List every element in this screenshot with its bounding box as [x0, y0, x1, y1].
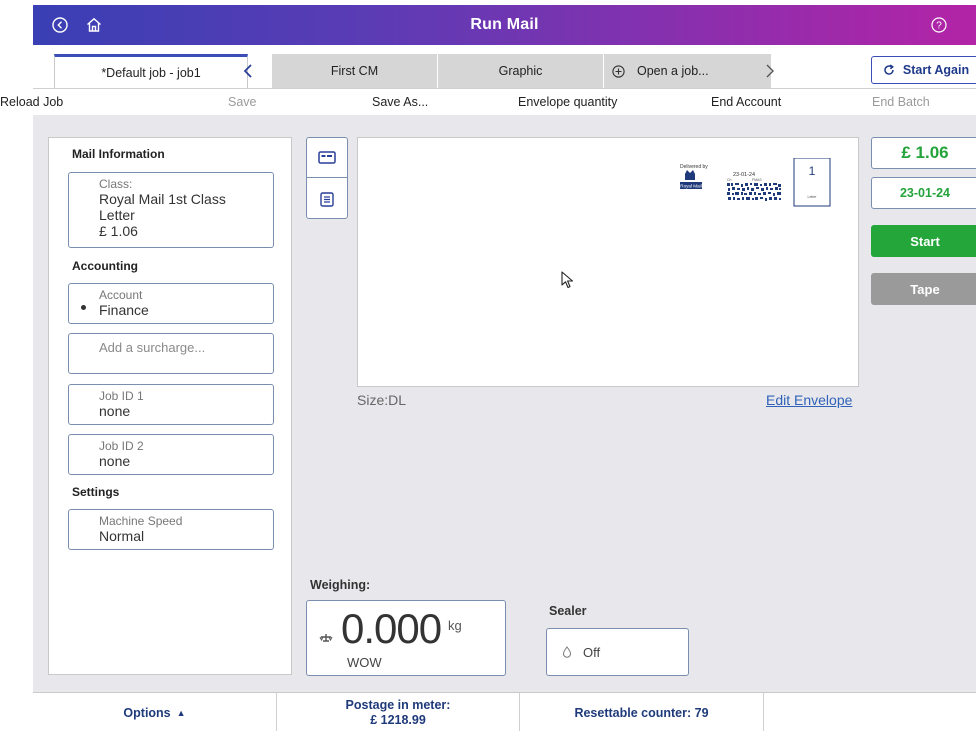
- sealer-state: Off: [583, 644, 601, 660]
- postage-price-button[interactable]: £ 1.06: [871, 137, 976, 169]
- indicia-class-type: Letter: [808, 195, 818, 199]
- resettable-counter-label: Resettable counter: 79: [574, 705, 709, 720]
- weighing-mode: WOW: [347, 655, 382, 670]
- postage-in-meter-value: £ 1218.99: [370, 712, 426, 727]
- mail-class-type: Letter: [99, 207, 135, 223]
- envelope-card-icon: [318, 151, 336, 164]
- weighing-display[interactable]: 0.000 kg WOW: [306, 600, 506, 676]
- chevron-right-icon: [766, 64, 774, 78]
- sealer-toggle[interactable]: Off: [546, 628, 689, 676]
- help-circle-icon[interactable]: ?: [930, 16, 948, 34]
- tab-first-cm[interactable]: First CM: [271, 54, 437, 88]
- refresh-icon: [883, 64, 895, 76]
- postage-in-meter: Postage in meter: £ 1218.99: [277, 693, 520, 731]
- tab-scroll-left-button[interactable]: [233, 54, 263, 88]
- envelope-view-toggle: [306, 137, 348, 219]
- water-drop-icon: [562, 646, 572, 658]
- caret-up-icon: ▲: [176, 707, 186, 718]
- mail-class-field[interactable]: Class: Royal Mail 1st Class Letter £ 1.0…: [68, 172, 274, 248]
- crown-icon: [685, 170, 695, 180]
- indicia-brand: Royal Mail: [680, 184, 701, 189]
- weighing-heading: Weighing:: [310, 578, 371, 592]
- tab-default-job-label: *Default job - job1: [101, 65, 201, 80]
- options-menu-button[interactable]: Options ▲: [33, 693, 277, 731]
- job-id-1-value: none: [99, 403, 131, 419]
- tab-graphic[interactable]: Graphic: [437, 54, 603, 88]
- job-id-1-label: Job ID 1: [99, 389, 144, 403]
- envelope-list-view-button[interactable]: [307, 179, 347, 219]
- indicia-code-left: Ch: [727, 178, 732, 182]
- resettable-counter: Resettable counter: 79: [520, 693, 764, 731]
- postage-in-meter-label: Postage in meter:: [345, 697, 451, 712]
- weight-unit: kg: [448, 618, 462, 633]
- account-label: Account: [99, 288, 143, 302]
- envelope-preview: Delivered by Royal Mail 23-01-24 Ch FMAS: [357, 137, 859, 387]
- mail-class-price: £ 1.06: [99, 223, 138, 239]
- surcharge-placeholder: Add a surcharge...: [99, 340, 206, 355]
- status-footer: Options ▲ Postage in meter: £ 1218.99 Re…: [33, 692, 976, 731]
- mail-settings-panel: Mail Information Class: Royal Mail 1st C…: [48, 137, 292, 675]
- tab-open-job-label: Open a job...: [637, 64, 709, 78]
- end-account-button[interactable]: End Account: [711, 95, 781, 109]
- save-button[interactable]: Save: [228, 95, 257, 109]
- weight-value: 0.000: [341, 605, 442, 652]
- royal-mail-franking-indicia: Delivered by Royal Mail 23-01-24 Ch FMAS: [680, 158, 831, 207]
- home-icon[interactable]: [85, 16, 103, 34]
- machine-speed-label: Machine Speed: [99, 514, 183, 528]
- main-content: Mail Information Class: Royal Mail 1st C…: [33, 115, 976, 692]
- surcharge-field[interactable]: Add a surcharge...: [68, 333, 274, 374]
- chevron-left-icon: [243, 64, 252, 78]
- indicia-code-right: FMAS: [752, 178, 762, 182]
- document-list-icon: [320, 191, 334, 207]
- job-id-1-field[interactable]: Job ID 1 none: [68, 384, 274, 425]
- job-id-2-label: Job ID 2: [99, 439, 144, 453]
- end-batch-button[interactable]: End Batch: [872, 95, 930, 109]
- envelope-front-view-button[interactable]: [307, 138, 347, 178]
- job-id-2-value: none: [99, 453, 131, 469]
- account-field[interactable]: Account Finance: [68, 283, 274, 324]
- tab-default-job[interactable]: *Default job - job1: [54, 54, 248, 88]
- start-again-button[interactable]: Start Again: [871, 56, 976, 84]
- accounting-heading: Accounting: [72, 259, 138, 273]
- options-label: Options: [123, 705, 171, 720]
- page-title: Run Mail: [470, 16, 539, 33]
- tape-button[interactable]: Tape: [871, 273, 976, 305]
- job-id-2-field[interactable]: Job ID 2 none: [68, 434, 274, 475]
- svg-text:?: ?: [936, 21, 942, 32]
- print-date-button[interactable]: 23-01-24: [871, 177, 976, 209]
- indicia-delivered-by: Delivered by: [680, 164, 708, 170]
- envelope-quantity-button[interactable]: Envelope quantity: [518, 95, 617, 109]
- account-value: Finance: [99, 302, 149, 318]
- job-tab-strip: *Default job - job1 First CM Graphic Ope…: [33, 45, 976, 89]
- tab-open-job[interactable]: Open a job...: [603, 54, 771, 88]
- title-bar: Run Mail ?: [33, 5, 976, 45]
- machine-speed-value: Normal: [99, 528, 145, 544]
- tab-graphic-label: Graphic: [498, 64, 543, 78]
- start-again-label: Start Again: [902, 63, 970, 77]
- account-bullet-icon: [81, 305, 86, 310]
- mouse-pointer-icon: [561, 271, 574, 289]
- envelope-size-label: Size:DL: [357, 392, 407, 408]
- tab-first-cm-label: First CM: [330, 64, 379, 78]
- scale-icon: [319, 630, 333, 648]
- edit-envelope-link[interactable]: Edit Envelope: [766, 392, 852, 408]
- settings-heading: Settings: [72, 485, 120, 499]
- save-as-button[interactable]: Save As...: [372, 95, 428, 109]
- machine-speed-field[interactable]: Machine Speed Normal: [68, 509, 274, 550]
- mail-class-name: Royal Mail 1st Class: [99, 191, 226, 207]
- barcode-icon: [727, 183, 782, 201]
- reload-job-button[interactable]: Reload Job: [0, 95, 63, 109]
- mail-information-heading: Mail Information: [72, 147, 165, 161]
- job-action-bar: Reload Job Save Save As... Envelope quan…: [0, 89, 976, 115]
- mail-class-label: Class:: [99, 177, 133, 191]
- plus-circle-icon: [612, 64, 625, 78]
- start-button[interactable]: Start: [871, 225, 976, 257]
- sealer-heading: Sealer: [549, 604, 587, 618]
- back-circle-icon[interactable]: [51, 16, 69, 34]
- indicia-class-number: 1: [809, 164, 816, 178]
- tab-scroll-right-button[interactable]: [755, 54, 785, 88]
